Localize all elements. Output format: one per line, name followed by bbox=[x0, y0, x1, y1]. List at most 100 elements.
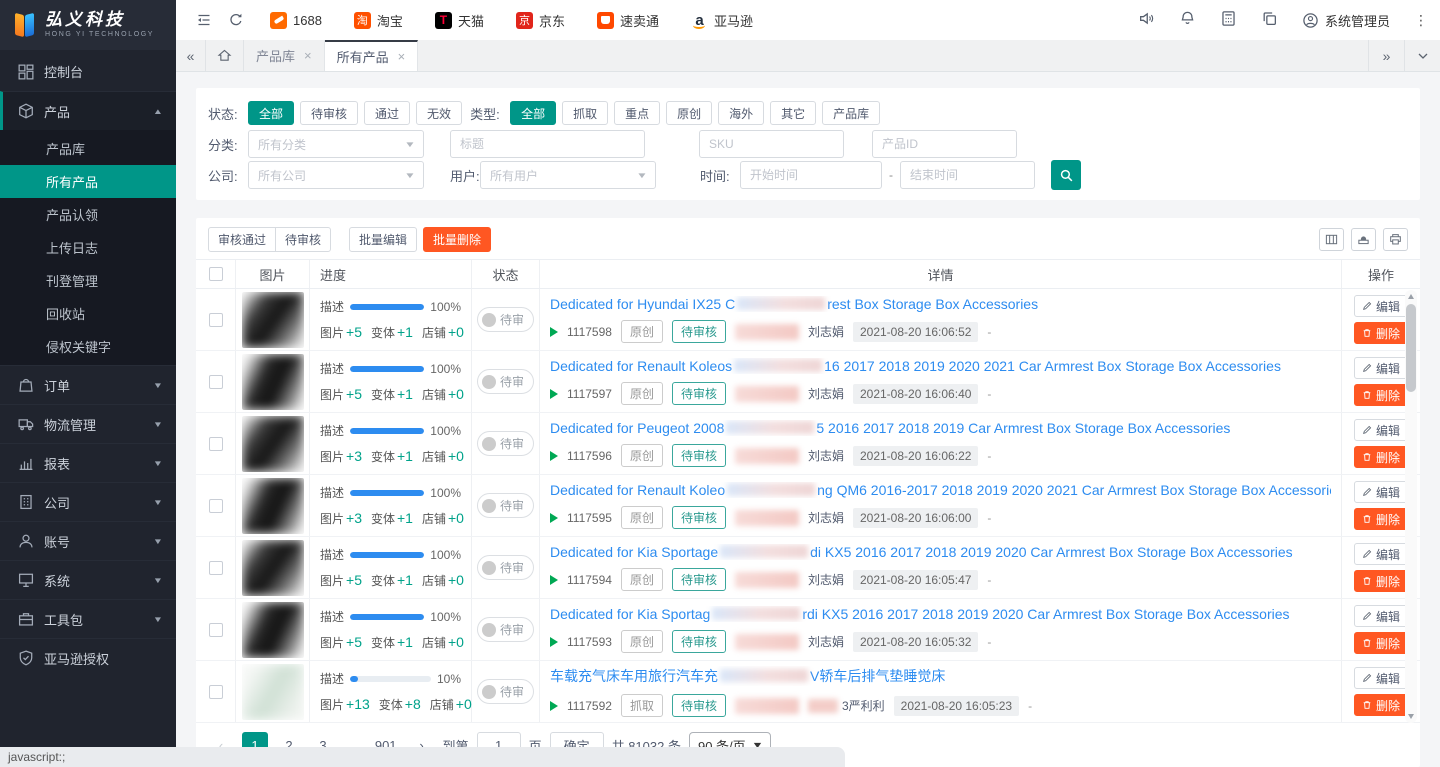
row-checkbox[interactable] bbox=[209, 375, 223, 389]
tabs-scroll-right-button[interactable]: » bbox=[1368, 40, 1404, 71]
export-button[interactable] bbox=[1351, 228, 1376, 251]
type-filter-option-1[interactable]: 抓取 bbox=[562, 101, 608, 125]
scrollbar-thumb[interactable] bbox=[1406, 304, 1416, 392]
delete-button[interactable]: 删除 bbox=[1354, 446, 1409, 468]
row-checkbox[interactable] bbox=[209, 685, 223, 699]
user-select[interactable]: 所有用户▼ bbox=[480, 161, 656, 189]
sidebar-item-all-products[interactable]: 所有产品 bbox=[0, 165, 176, 198]
delete-button[interactable]: 删除 bbox=[1354, 632, 1409, 654]
delete-button[interactable]: 删除 bbox=[1354, 322, 1409, 344]
product-title-link[interactable]: Dedicated for Peugeot 20085 2016 2017 20… bbox=[550, 420, 1230, 436]
play-icon[interactable] bbox=[550, 389, 558, 399]
batch-edit-button[interactable]: 批量编辑 bbox=[349, 227, 417, 252]
product-title-link[interactable]: Dedicated for Renault Koleong QM6 2016-2… bbox=[550, 482, 1331, 498]
sidebar-item-console[interactable]: 控制台 bbox=[0, 52, 176, 91]
status-filter-option-2[interactable]: 通过 bbox=[364, 101, 410, 125]
product-thumbnail[interactable] bbox=[242, 354, 304, 410]
product-thumbnail[interactable] bbox=[242, 664, 304, 720]
sidebar-item-recycle-bin[interactable]: 回收站 bbox=[0, 297, 176, 330]
platform-tab-taobao[interactable]: 淘宝 bbox=[354, 11, 403, 30]
product-title-link[interactable]: Dedicated for Kia Sportagedi KX5 2016 20… bbox=[550, 544, 1293, 560]
end-time-input[interactable] bbox=[900, 161, 1035, 189]
type-filter-option-5[interactable]: 其它 bbox=[770, 101, 816, 125]
more-menu-button[interactable]: ⋮ bbox=[1414, 12, 1428, 29]
sidebar-item-product-claim[interactable]: 产品认领 bbox=[0, 198, 176, 231]
sidebar-item-system[interactable]: 系统▼ bbox=[0, 560, 176, 599]
home-tab-button[interactable] bbox=[206, 40, 244, 71]
play-icon[interactable] bbox=[550, 637, 558, 647]
clone-window-button[interactable] bbox=[1261, 10, 1278, 30]
row-checkbox[interactable] bbox=[209, 561, 223, 575]
sidebar-item-account[interactable]: 账号▼ bbox=[0, 521, 176, 560]
set-pending-button[interactable]: 待审核 bbox=[275, 227, 331, 252]
delete-button[interactable]: 删除 bbox=[1354, 384, 1409, 406]
brand-logo[interactable]: 弘义科技 HONG YI TECHNOLOGY bbox=[0, 0, 176, 50]
play-icon[interactable] bbox=[550, 451, 558, 461]
type-filter-option-0[interactable]: 全部 bbox=[510, 101, 556, 125]
sidebar-collapse-button[interactable] bbox=[188, 0, 220, 40]
sidebar-item-report[interactable]: 报表▼ bbox=[0, 443, 176, 482]
delete-button[interactable]: 删除 bbox=[1354, 694, 1409, 716]
row-checkbox[interactable] bbox=[209, 623, 223, 637]
sidebar-item-amazon-auth[interactable]: 亚马逊授权 bbox=[0, 638, 176, 677]
edit-button[interactable]: 编辑 bbox=[1354, 605, 1409, 627]
row-checkbox[interactable] bbox=[209, 499, 223, 513]
sidebar-item-upload-log[interactable]: 上传日志 bbox=[0, 231, 176, 264]
sidebar-item-product-library[interactable]: 产品库 bbox=[0, 132, 176, 165]
type-filter-option-2[interactable]: 重点 bbox=[614, 101, 660, 125]
tab-1[interactable]: 所有产品× bbox=[325, 40, 419, 71]
sidebar-item-infringing-keywords[interactable]: 侵权关键字 bbox=[0, 330, 176, 363]
product-title-link[interactable]: Dedicated for Kia Sportagrdi KX5 2016 20… bbox=[550, 606, 1290, 622]
product-thumbnail[interactable] bbox=[242, 292, 304, 348]
product-thumbnail[interactable] bbox=[242, 416, 304, 472]
status-filter-option-1[interactable]: 待审核 bbox=[300, 101, 358, 125]
search-button[interactable] bbox=[1051, 160, 1081, 190]
delete-button[interactable]: 删除 bbox=[1354, 570, 1409, 592]
table-scrollbar[interactable] bbox=[1405, 290, 1417, 723]
play-icon[interactable] bbox=[550, 575, 558, 585]
scroll-down-icon[interactable] bbox=[1408, 714, 1414, 719]
scroll-up-icon[interactable] bbox=[1408, 294, 1414, 299]
close-icon[interactable]: × bbox=[304, 48, 312, 63]
status-filter-option-3[interactable]: 无效 bbox=[416, 101, 462, 125]
row-checkbox[interactable] bbox=[209, 437, 223, 451]
batch-delete-button[interactable]: 批量删除 bbox=[423, 227, 491, 252]
start-time-input[interactable] bbox=[740, 161, 882, 189]
edit-button[interactable]: 编辑 bbox=[1354, 419, 1409, 441]
product-title-link[interactable]: Dedicated for Renault Koleos16 2017 2018… bbox=[550, 358, 1281, 374]
platform-tab-1688[interactable]: 1688 bbox=[270, 12, 322, 29]
edit-button[interactable]: 编辑 bbox=[1354, 357, 1409, 379]
sku-input[interactable] bbox=[699, 130, 844, 158]
sidebar-item-product[interactable]: 产品▲ bbox=[0, 91, 176, 130]
print-button[interactable] bbox=[1383, 228, 1408, 251]
user-menu[interactable]: 系统管理员 bbox=[1302, 11, 1390, 30]
sidebar-item-company[interactable]: 公司▼ bbox=[0, 482, 176, 521]
type-filter-option-6[interactable]: 产品库 bbox=[822, 101, 880, 125]
company-select[interactable]: 所有公司▼ bbox=[248, 161, 424, 189]
edit-button[interactable]: 编辑 bbox=[1354, 481, 1409, 503]
play-icon[interactable] bbox=[550, 701, 558, 711]
sidebar-item-listing-management[interactable]: 刊登管理 bbox=[0, 264, 176, 297]
announcement-button[interactable] bbox=[1138, 10, 1155, 30]
title-input[interactable] bbox=[450, 130, 645, 158]
sidebar-item-toolkit[interactable]: 工具包▼ bbox=[0, 599, 176, 638]
approve-button[interactable]: 审核通过 bbox=[208, 227, 276, 252]
close-icon[interactable]: × bbox=[398, 49, 406, 64]
product-id-input[interactable] bbox=[872, 130, 1017, 158]
product-thumbnail[interactable] bbox=[242, 602, 304, 658]
platform-tab-aliexpress[interactable]: 速卖通 bbox=[597, 11, 659, 30]
columns-settings-button[interactable] bbox=[1319, 228, 1344, 251]
delete-button[interactable]: 删除 bbox=[1354, 508, 1409, 530]
platform-tab-tmall[interactable]: 天猫 bbox=[435, 11, 484, 30]
row-checkbox[interactable] bbox=[209, 313, 223, 327]
edit-button[interactable]: 编辑 bbox=[1354, 295, 1409, 317]
product-title-link[interactable]: 车载充气床车用旅行汽车充V轿车后排气垫睡觉床 bbox=[550, 668, 945, 684]
calculator-button[interactable] bbox=[1220, 10, 1237, 30]
tabs-menu-button[interactable] bbox=[1404, 40, 1440, 71]
platform-tab-jd[interactable]: 京东 bbox=[516, 11, 565, 30]
sidebar-item-order[interactable]: 订单▼ bbox=[0, 365, 176, 404]
product-thumbnail[interactable] bbox=[242, 478, 304, 534]
play-icon[interactable] bbox=[550, 327, 558, 337]
notifications-button[interactable] bbox=[1179, 10, 1196, 30]
edit-button[interactable]: 编辑 bbox=[1354, 543, 1409, 565]
